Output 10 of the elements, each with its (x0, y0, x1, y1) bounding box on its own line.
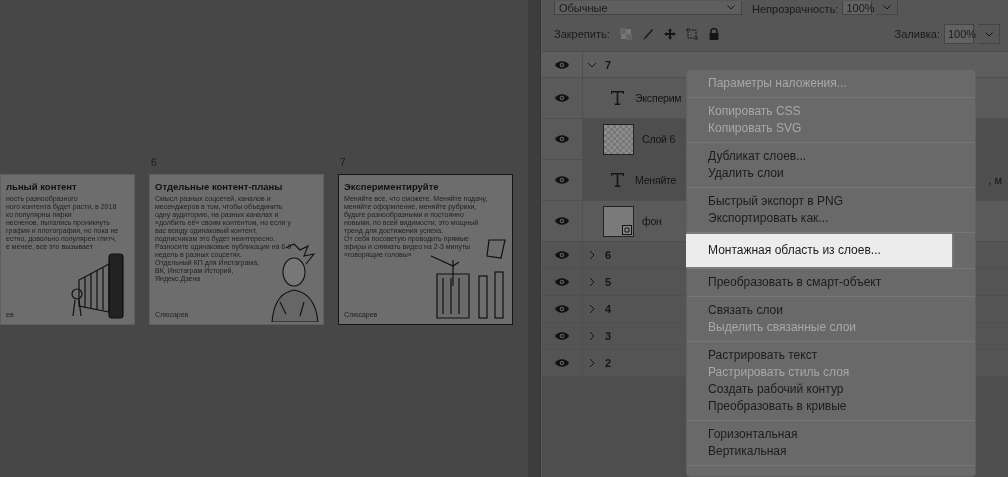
layer-name: Эксперим (635, 92, 682, 104)
lock-label: Закрепить: (554, 28, 610, 40)
fill-label: Заливка: (894, 28, 940, 40)
layer-name: Меняйте (635, 174, 677, 186)
artboard-title: Отдельные контент-планы (155, 181, 284, 192)
artboard-title: Экспериментируйте (344, 181, 440, 192)
opacity-label: Непрозрачность: (752, 3, 839, 15)
layer-name: фон (642, 215, 662, 227)
artboard-title: льный контент (6, 181, 78, 192)
layer-name: , м (988, 174, 1003, 186)
